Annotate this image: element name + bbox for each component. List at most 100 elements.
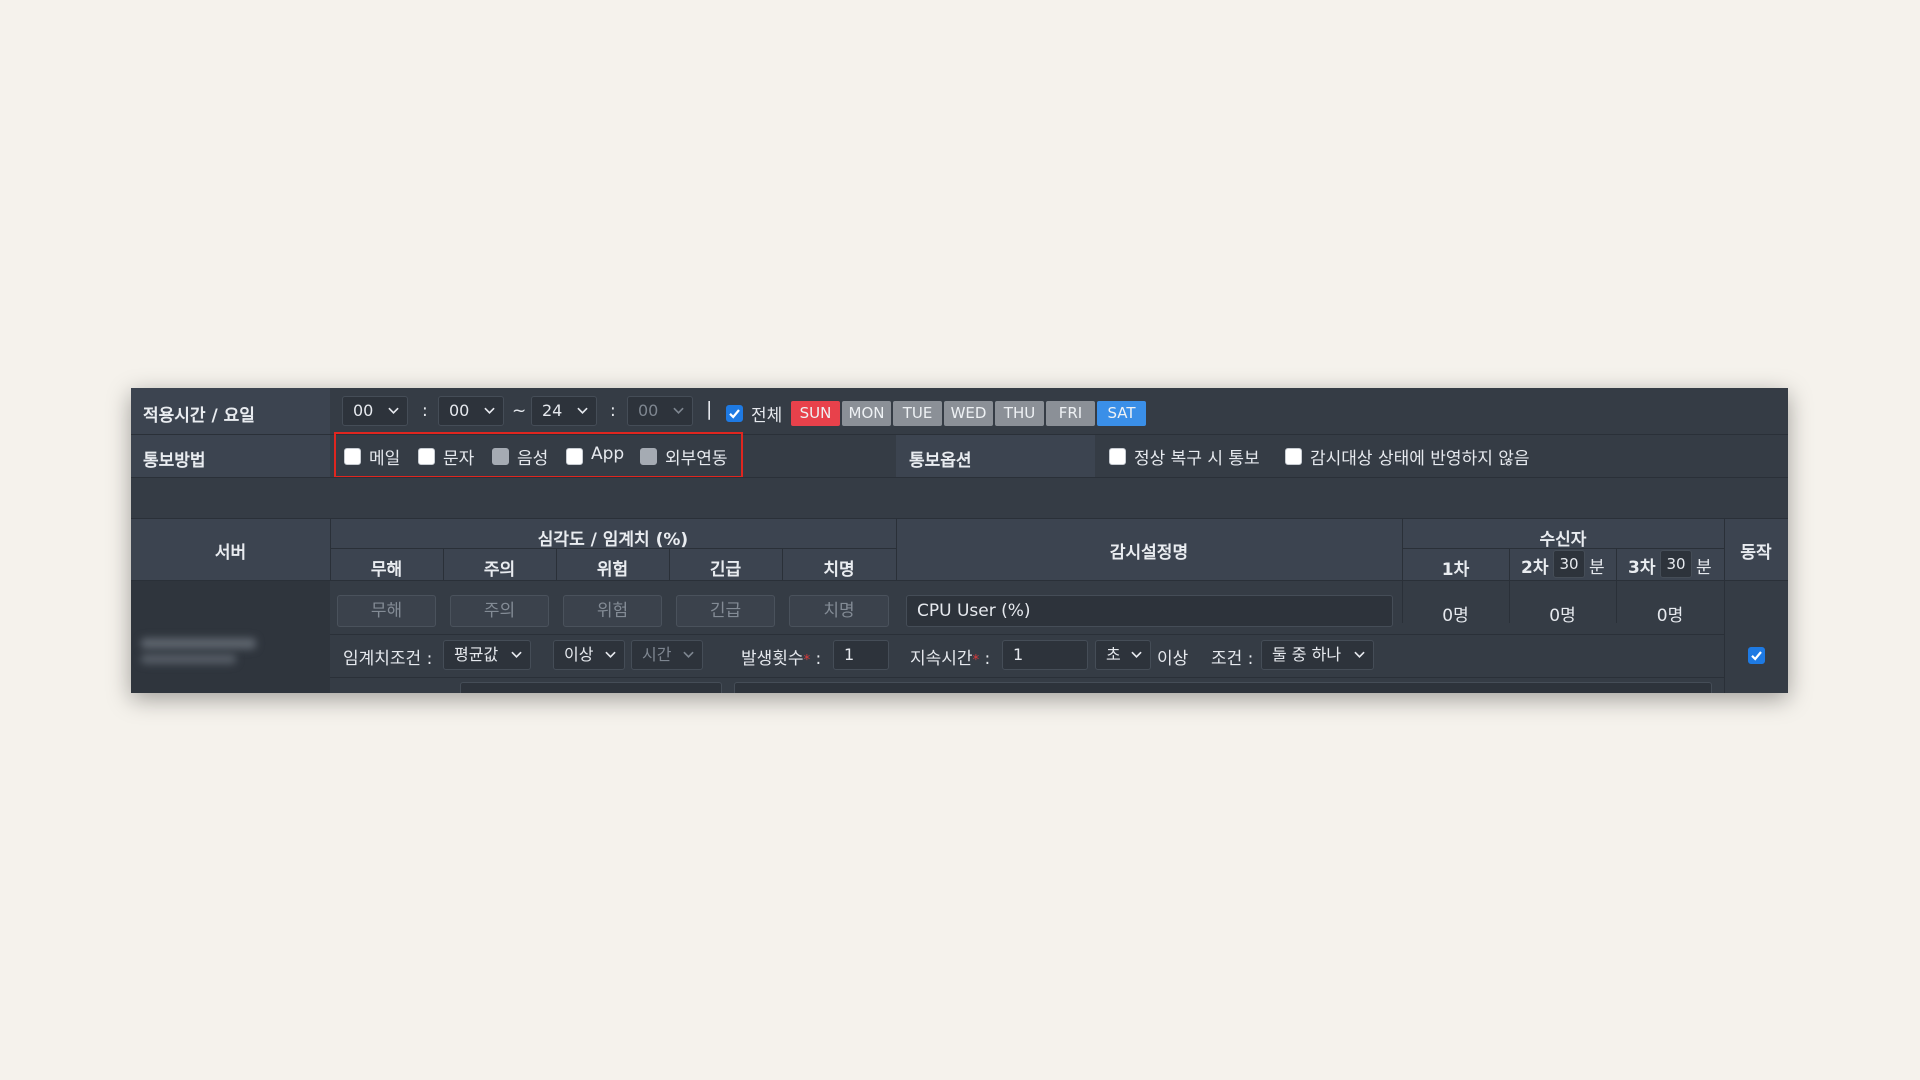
day-sun-button[interactable]: SUN bbox=[791, 401, 840, 426]
chevron-down-icon bbox=[511, 651, 522, 658]
severity-level-header: 위험 bbox=[596, 560, 629, 580]
row-divider bbox=[131, 518, 1788, 519]
row-divider bbox=[131, 580, 1788, 581]
notify-external-checkbox[interactable] bbox=[640, 448, 657, 465]
notify-sms-checkbox[interactable] bbox=[418, 448, 435, 465]
end-hour-select[interactable]: 24 bbox=[531, 396, 597, 426]
duration-input[interactable]: 1 bbox=[1002, 640, 1088, 670]
chevron-down-icon bbox=[577, 407, 588, 414]
notify-mail-label: 메일 bbox=[369, 449, 401, 469]
day-thu-button[interactable]: THU bbox=[995, 401, 1044, 426]
col-divider bbox=[1616, 548, 1617, 580]
required-mark: * bbox=[972, 653, 980, 668]
stage2-minutes-unit: 분 bbox=[1589, 558, 1605, 578]
notify-noreflect-label: 감시대상 상태에 반영하지 않음 bbox=[1310, 449, 1530, 469]
action-header: 동작 bbox=[1740, 543, 1772, 563]
notify-noreflect-checkbox[interactable] bbox=[1285, 448, 1302, 465]
notify-voice-label: 음성 bbox=[517, 449, 549, 469]
day-sat-button[interactable]: SAT bbox=[1097, 401, 1146, 426]
notify-recovery-checkbox[interactable] bbox=[1109, 448, 1126, 465]
check-icon bbox=[729, 409, 740, 419]
severity-header: 심각도 / 임계치 (%) bbox=[537, 530, 689, 550]
row-divider bbox=[330, 634, 1724, 635]
notify-app-checkbox[interactable] bbox=[566, 448, 583, 465]
threshold-condition-label: 임계치조건 : bbox=[343, 649, 433, 669]
col-divider bbox=[1724, 581, 1725, 693]
day-fri-button[interactable]: FRI bbox=[1046, 401, 1095, 426]
day-tue-button[interactable]: TUE bbox=[893, 401, 942, 426]
start-hour-select[interactable]: 00 bbox=[342, 396, 408, 426]
clipped-field[interactable] bbox=[460, 682, 722, 693]
chevron-down-icon bbox=[605, 651, 616, 658]
threshold-urgent-input[interactable]: 긴급 bbox=[676, 595, 775, 627]
vertical-bar: | bbox=[706, 398, 713, 420]
recipient-count-stage3[interactable]: 0명 bbox=[1616, 601, 1724, 626]
required-mark: * bbox=[803, 653, 811, 668]
time-select[interactable]: 시간 bbox=[631, 640, 703, 670]
aggregate-select[interactable]: 평균값 bbox=[443, 640, 531, 670]
threshold-danger-input[interactable]: 위험 bbox=[563, 595, 662, 627]
day-wed-button[interactable]: WED bbox=[944, 401, 993, 426]
server-name-blurred bbox=[141, 638, 256, 649]
severity-level-header: 무해 bbox=[370, 560, 403, 580]
occurrence-label: 발생횟수* : bbox=[741, 649, 822, 669]
severity-level-header: 긴급 bbox=[709, 560, 742, 580]
notify-recovery-label: 정상 복구 시 통보 bbox=[1134, 449, 1260, 469]
colon-separator: : bbox=[422, 401, 428, 421]
notify-app-label: App bbox=[591, 444, 625, 464]
recipient-count-stage1[interactable]: 0명 bbox=[1402, 601, 1509, 626]
recipients-header: 수신자 bbox=[1539, 530, 1587, 550]
recipient-stage1-header: 1차 bbox=[1441, 560, 1470, 580]
end-minute-select[interactable]: 00 bbox=[627, 396, 693, 426]
alert-settings-panel: 적용시간 / 요일 00 : 00 ~ 24 : 00 | 전체 SUN MON… bbox=[131, 388, 1788, 693]
recipient-stage2-header: 2차 bbox=[1521, 558, 1549, 578]
notify-external-label: 외부연동 bbox=[665, 449, 728, 469]
stage3-minutes-unit: 분 bbox=[1696, 558, 1712, 578]
condition-select[interactable]: 둘 중 하나 bbox=[1261, 640, 1374, 670]
severity-level-header: 주의 bbox=[483, 560, 516, 580]
all-days-label: 전체 bbox=[751, 406, 783, 426]
server-ip-blurred bbox=[141, 654, 236, 664]
action-enabled-checkbox[interactable] bbox=[1748, 647, 1765, 664]
check-icon bbox=[1751, 651, 1762, 661]
condition-label: 조건 : bbox=[1211, 649, 1254, 669]
threshold-caution-input[interactable]: 주의 bbox=[450, 595, 549, 627]
chevron-down-icon bbox=[1354, 651, 1365, 658]
duration-label: 지속시간* : bbox=[910, 649, 991, 669]
chevron-down-icon bbox=[683, 651, 694, 658]
day-mon-button[interactable]: MON bbox=[842, 401, 891, 426]
all-days-checkbox[interactable] bbox=[726, 405, 743, 422]
threshold-harmless-input[interactable]: 무해 bbox=[337, 595, 436, 627]
notify-mail-checkbox[interactable] bbox=[344, 448, 361, 465]
monitor-name-input[interactable]: CPU User (%) bbox=[906, 595, 1393, 627]
stage2-minutes-input[interactable]: 30 bbox=[1553, 550, 1585, 578]
notify-voice-checkbox[interactable] bbox=[492, 448, 509, 465]
row-divider bbox=[330, 677, 1724, 678]
recipient-count-stage2[interactable]: 0명 bbox=[1509, 601, 1616, 626]
stage3-minutes-input[interactable]: 30 bbox=[1660, 550, 1692, 578]
chevron-down-icon bbox=[1131, 651, 1142, 658]
duration-suffix: 이상 bbox=[1157, 649, 1189, 669]
col-divider bbox=[1509, 548, 1510, 580]
spacer-band bbox=[131, 478, 1788, 518]
server-cell bbox=[131, 581, 330, 693]
recipient-stage3-header: 3차 bbox=[1628, 558, 1656, 578]
notify-method-label: 통보방법 bbox=[143, 451, 206, 471]
notify-options-label: 통보옵션 bbox=[909, 451, 972, 471]
server-header: 서버 bbox=[214, 543, 247, 563]
threshold-fatal-input[interactable]: 치명 bbox=[789, 595, 889, 627]
chevron-down-icon bbox=[388, 407, 399, 414]
monitor-name-header: 감시설정명 bbox=[1109, 543, 1189, 563]
duration-unit-select[interactable]: 초 bbox=[1095, 640, 1151, 670]
chevron-down-icon bbox=[484, 407, 495, 414]
notify-sms-label: 문자 bbox=[443, 449, 475, 469]
tilde-separator: ~ bbox=[512, 401, 527, 421]
chevron-down-icon bbox=[673, 407, 684, 414]
start-minute-select[interactable]: 00 bbox=[438, 396, 504, 426]
comparison-select[interactable]: 이상 bbox=[553, 640, 625, 670]
occurrence-input[interactable]: 1 bbox=[833, 640, 889, 670]
colon-separator: : bbox=[610, 401, 616, 421]
schedule-label: 적용시간 / 요일 bbox=[143, 406, 255, 426]
clipped-field[interactable] bbox=[734, 682, 1712, 693]
severity-level-header: 치명 bbox=[823, 560, 855, 580]
